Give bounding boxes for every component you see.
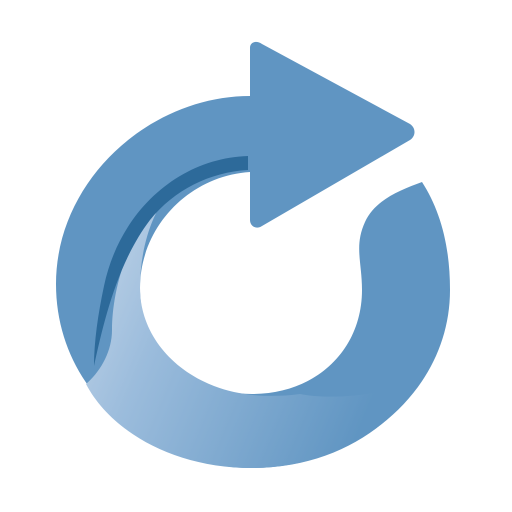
redo-arrow-icon [56,41,450,468]
icon-canvas [0,0,512,512]
